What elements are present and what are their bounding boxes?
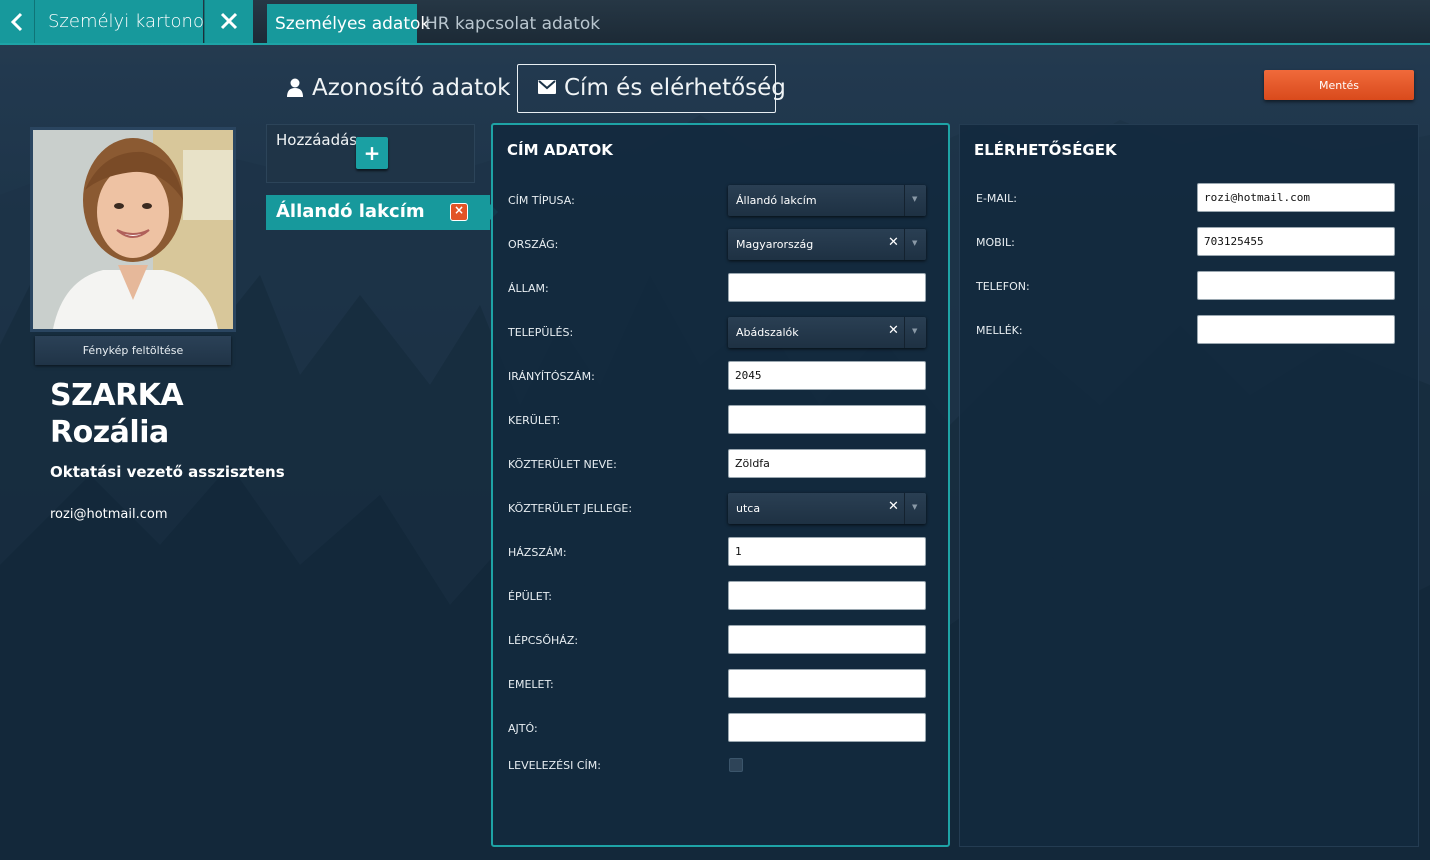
address-list-item[interactable]: Állandó lakcím × xyxy=(266,195,498,230)
country-value: Magyarország xyxy=(736,238,814,251)
first-name: Rozália xyxy=(50,415,169,450)
label-state: ÁLLAM: xyxy=(508,282,549,295)
person-name: SZARKA Rozália xyxy=(50,377,184,451)
email-input[interactable]: rozi@hotmail.com xyxy=(1197,183,1395,212)
street-type-value: utca xyxy=(736,502,761,515)
mobile-input[interactable]: 703125455 xyxy=(1197,227,1395,256)
label-door: AJTÓ: xyxy=(508,722,538,735)
address-type-select[interactable]: Állandó lakcím ▼ xyxy=(728,185,926,216)
floor-input[interactable] xyxy=(728,669,926,698)
staircase-input[interactable] xyxy=(728,625,926,654)
label-country: ORSZÁG: xyxy=(508,238,559,251)
contact-panel: ELÉRHETŐSÉGEK E-MAIL: rozi@hotmail.com M… xyxy=(959,124,1419,847)
district-input[interactable] xyxy=(728,405,926,434)
house-number-input[interactable]: 1 xyxy=(728,537,926,566)
job-title: Oktatási vezető asszisztens xyxy=(50,463,285,481)
zip-input[interactable]: 2045 xyxy=(728,361,926,390)
email-value: rozi@hotmail.com xyxy=(1204,191,1310,204)
contact-panel-title: ELÉRHETŐSÉGEK xyxy=(974,141,1117,159)
extension-input[interactable] xyxy=(1197,315,1395,344)
section-tab-address-contact-label: Cím és elérhetőség xyxy=(564,75,786,101)
mobile-value: 703125455 xyxy=(1204,235,1264,248)
house-number-value: 1 xyxy=(735,545,742,558)
label-district: KERÜLET: xyxy=(508,414,561,427)
city-dropdown[interactable]: ▼ xyxy=(904,317,926,348)
label-staircase: LÉPCSŐHÁZ: xyxy=(508,634,579,647)
close-icon xyxy=(220,12,238,30)
save-button-label: Mentés xyxy=(1318,79,1360,92)
label-mobile: MOBIL: xyxy=(976,236,1015,249)
door-input[interactable] xyxy=(728,713,926,742)
label-house-number: HÁZSZÁM: xyxy=(508,546,567,559)
remove-icon: × xyxy=(453,203,465,217)
label-phone: TELEFON: xyxy=(976,280,1030,293)
city-value: Abádszalók xyxy=(736,326,799,339)
country-dropdown[interactable]: ▼ xyxy=(904,229,926,260)
address-type-dropdown[interactable]: ▼ xyxy=(904,185,926,216)
tab-hr-contact[interactable]: HR kapcsolat adatok xyxy=(425,14,600,34)
address-panel-title: CÍM ADATOK xyxy=(507,141,613,159)
street-name-value: Zöldfa xyxy=(735,457,770,470)
label-email: E-MAIL: xyxy=(976,192,1018,205)
building-input[interactable] xyxy=(728,581,926,610)
chevron-left-icon xyxy=(10,12,23,32)
city-select[interactable]: Abádszalók ✕ ▼ xyxy=(728,317,926,348)
chevron-down-icon: ▼ xyxy=(912,195,918,203)
app-title: Személyi kartonok xyxy=(48,11,215,32)
state-input[interactable] xyxy=(728,273,926,302)
street-type-select[interactable]: utca ✕ ▼ xyxy=(728,493,926,524)
tab-personal-data[interactable]: Személyes adatok xyxy=(267,4,430,43)
label-zip: IRÁNYÍTÓSZÁM: xyxy=(508,370,595,383)
add-address-label: Hozzáadás xyxy=(276,131,358,149)
last-name: SZARKA xyxy=(50,378,184,413)
clear-icon[interactable]: ✕ xyxy=(888,323,899,338)
add-address-box: Hozzáadás + xyxy=(266,124,475,183)
plus-icon: + xyxy=(363,141,381,165)
address-type-value: Állandó lakcím xyxy=(736,194,817,207)
section-tab-address-contact[interactable]: Cím és elérhetőség xyxy=(517,64,786,113)
address-panel: CÍM ADATOK CÍM TÍPUSA: Állandó lakcím ▼ … xyxy=(491,123,950,847)
add-address-button[interactable]: + xyxy=(356,137,388,169)
address-list-item-label: Állandó lakcím xyxy=(276,201,425,222)
close-button[interactable] xyxy=(204,0,253,43)
street-name-input[interactable]: Zöldfa xyxy=(728,449,926,478)
remove-address-button[interactable]: × xyxy=(450,203,468,221)
phone-input[interactable] xyxy=(1197,271,1395,300)
top-bar: Személyi kartonok Személyes adatok HR ka… xyxy=(0,0,1430,45)
save-button[interactable]: Mentés xyxy=(1264,70,1414,100)
label-address-type: CÍM TÍPUSA: xyxy=(508,194,575,207)
chevron-down-icon: ▼ xyxy=(912,327,918,335)
chevron-down-icon: ▼ xyxy=(912,503,918,511)
country-select[interactable]: Magyarország ✕ ▼ xyxy=(728,229,926,260)
label-street-name: KÖZTERÜLET NEVE: xyxy=(508,458,617,471)
label-street-type: KÖZTERÜLET JELLEGE: xyxy=(508,502,633,515)
label-extension: MELLÉK: xyxy=(976,324,1023,337)
upload-photo-button[interactable]: Fénykép feltöltése xyxy=(35,336,231,365)
label-building: ÉPÜLET: xyxy=(508,590,552,603)
portrait-image xyxy=(33,130,233,329)
app-title-button[interactable]: Személyi kartonok xyxy=(35,0,214,43)
user-icon xyxy=(287,78,303,97)
back-button[interactable] xyxy=(0,0,35,43)
clear-icon[interactable]: ✕ xyxy=(888,499,899,514)
label-city: TELEPÜLÉS: xyxy=(508,326,574,339)
envelope-icon xyxy=(538,80,556,94)
clear-icon[interactable]: ✕ xyxy=(888,235,899,250)
chevron-down-icon: ▼ xyxy=(912,239,918,247)
label-floor: EMELET: xyxy=(508,678,554,691)
mailing-address-checkbox[interactable] xyxy=(729,758,743,772)
zip-value: 2045 xyxy=(735,369,762,382)
street-type-dropdown[interactable]: ▼ xyxy=(904,493,926,524)
profile-photo xyxy=(30,127,236,332)
profile-email: rozi@hotmail.com xyxy=(50,507,168,522)
section-tab-identification-label: Azonosító adatok xyxy=(312,75,511,101)
label-mailing-address: LEVELEZÉSI CÍM: xyxy=(508,759,601,772)
tab-personal-data-label: Személyes adatok xyxy=(275,14,431,34)
upload-photo-label: Fénykép feltöltése xyxy=(82,344,184,357)
